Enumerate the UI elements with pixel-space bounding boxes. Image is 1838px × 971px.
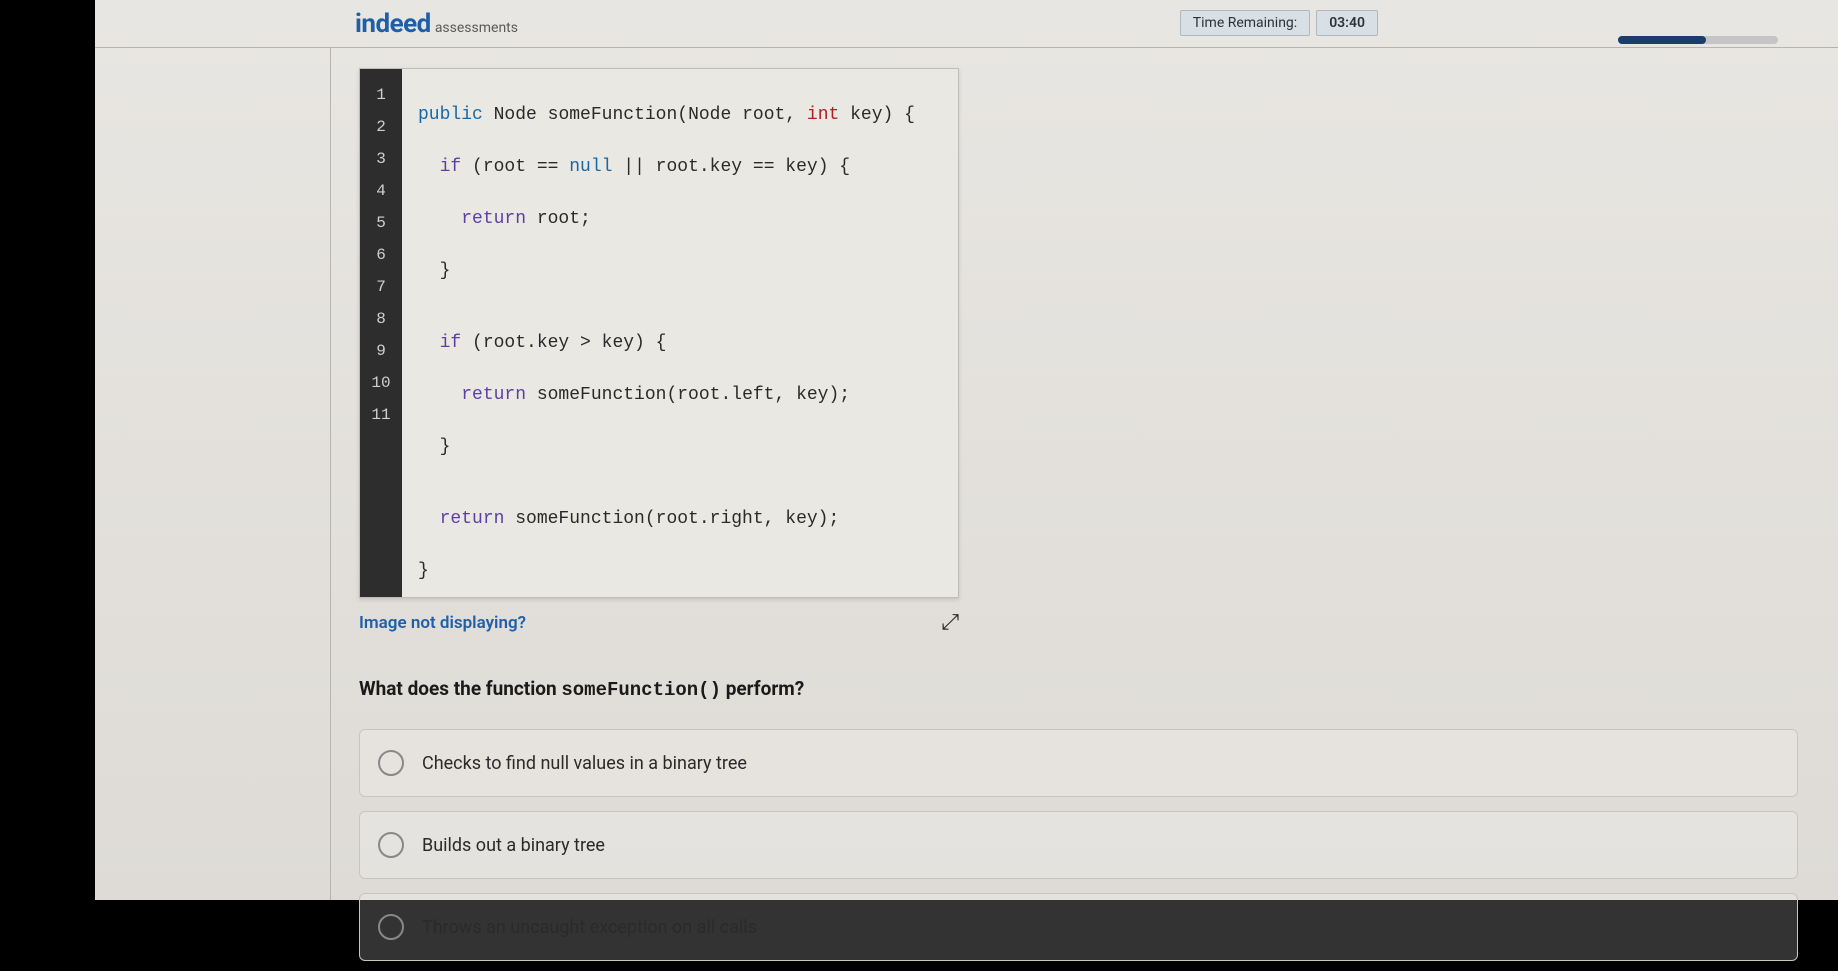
option-label: Checks to find null values in a binary t… bbox=[422, 753, 747, 774]
code-content: public Node someFunction(Node root, int … bbox=[402, 69, 958, 597]
code-text: } bbox=[418, 561, 429, 581]
progress-bar bbox=[1618, 36, 1778, 44]
answer-options: Checks to find null values in a binary t… bbox=[359, 729, 1798, 961]
line-number: 4 bbox=[360, 175, 402, 207]
line-number: 11 bbox=[360, 399, 402, 431]
code-text: (root.key > key) { bbox=[461, 333, 666, 353]
logo-primary: indeed bbox=[355, 9, 431, 39]
option-label: Builds out a binary tree bbox=[422, 835, 605, 856]
code-block: 1 2 3 4 5 6 7 8 9 10 11 public Node some… bbox=[359, 68, 959, 598]
answer-option-2[interactable]: Builds out a binary tree bbox=[359, 811, 1798, 879]
question-suffix: perform? bbox=[721, 677, 804, 700]
code-text: key) { bbox=[839, 105, 915, 125]
line-number: 8 bbox=[360, 303, 402, 335]
time-value: 03:40 bbox=[1316, 10, 1378, 36]
radio-icon bbox=[378, 750, 404, 776]
top-bar: indeed assessments Time Remaining: 03:40 bbox=[95, 0, 1838, 48]
option-label: Throws an uncaught exception on all call… bbox=[422, 917, 757, 938]
line-number: 1 bbox=[360, 79, 402, 111]
keyword: public bbox=[418, 105, 483, 125]
func-name: someFunction bbox=[548, 105, 678, 125]
radio-icon bbox=[378, 914, 404, 940]
question-prefix: What does the function bbox=[359, 677, 561, 700]
progress-fill bbox=[1618, 36, 1706, 44]
line-number: 3 bbox=[360, 143, 402, 175]
code-text: (root == bbox=[461, 157, 569, 177]
line-number: 5 bbox=[360, 207, 402, 239]
code-text: || root.key == key) { bbox=[612, 157, 850, 177]
type: Node bbox=[494, 105, 537, 125]
time-label: Time Remaining: bbox=[1180, 10, 1310, 36]
expand-icon[interactable]: ⤢ bbox=[941, 610, 959, 635]
answer-option-3[interactable]: Throws an uncaught exception on all call… bbox=[359, 893, 1798, 961]
assessment-screen: indeed assessments Time Remaining: 03:40… bbox=[95, 0, 1838, 900]
line-number: 7 bbox=[360, 271, 402, 303]
keyword: int bbox=[807, 105, 839, 125]
time-remaining: Time Remaining: 03:40 bbox=[1180, 10, 1378, 36]
image-not-displaying-link[interactable]: Image not displaying? bbox=[359, 613, 526, 633]
keyword: if bbox=[440, 157, 462, 177]
keyword: null bbox=[569, 157, 612, 177]
line-number: 9 bbox=[360, 335, 402, 367]
logo-secondary: assessments bbox=[435, 20, 518, 36]
keyword: return bbox=[440, 509, 505, 529]
code-text: someFunction(root.right, key); bbox=[504, 509, 839, 529]
answer-option-1[interactable]: Checks to find null values in a binary t… bbox=[359, 729, 1798, 797]
indeed-logo: indeed assessments bbox=[355, 9, 518, 39]
line-number-gutter: 1 2 3 4 5 6 7 8 9 10 11 bbox=[360, 69, 402, 597]
image-link-row: Image not displaying? ⤢ bbox=[359, 610, 959, 635]
keyword: if bbox=[440, 333, 462, 353]
code-text: someFunction(root.left, key); bbox=[526, 385, 850, 405]
radio-icon bbox=[378, 832, 404, 858]
keyword: return bbox=[461, 209, 526, 229]
content-area: 1 2 3 4 5 6 7 8 9 10 11 public Node some… bbox=[330, 48, 1838, 900]
line-number: 6 bbox=[360, 239, 402, 271]
question-func: someFunction() bbox=[561, 679, 721, 701]
code-text: root; bbox=[526, 209, 591, 229]
code-text: } bbox=[440, 261, 451, 281]
line-number: 2 bbox=[360, 111, 402, 143]
line-number: 10 bbox=[360, 367, 402, 399]
question-text: What does the function someFunction() pe… bbox=[359, 677, 1798, 701]
code-text: } bbox=[440, 437, 451, 457]
keyword: return bbox=[461, 385, 526, 405]
code-text: (Node root, bbox=[677, 105, 807, 125]
